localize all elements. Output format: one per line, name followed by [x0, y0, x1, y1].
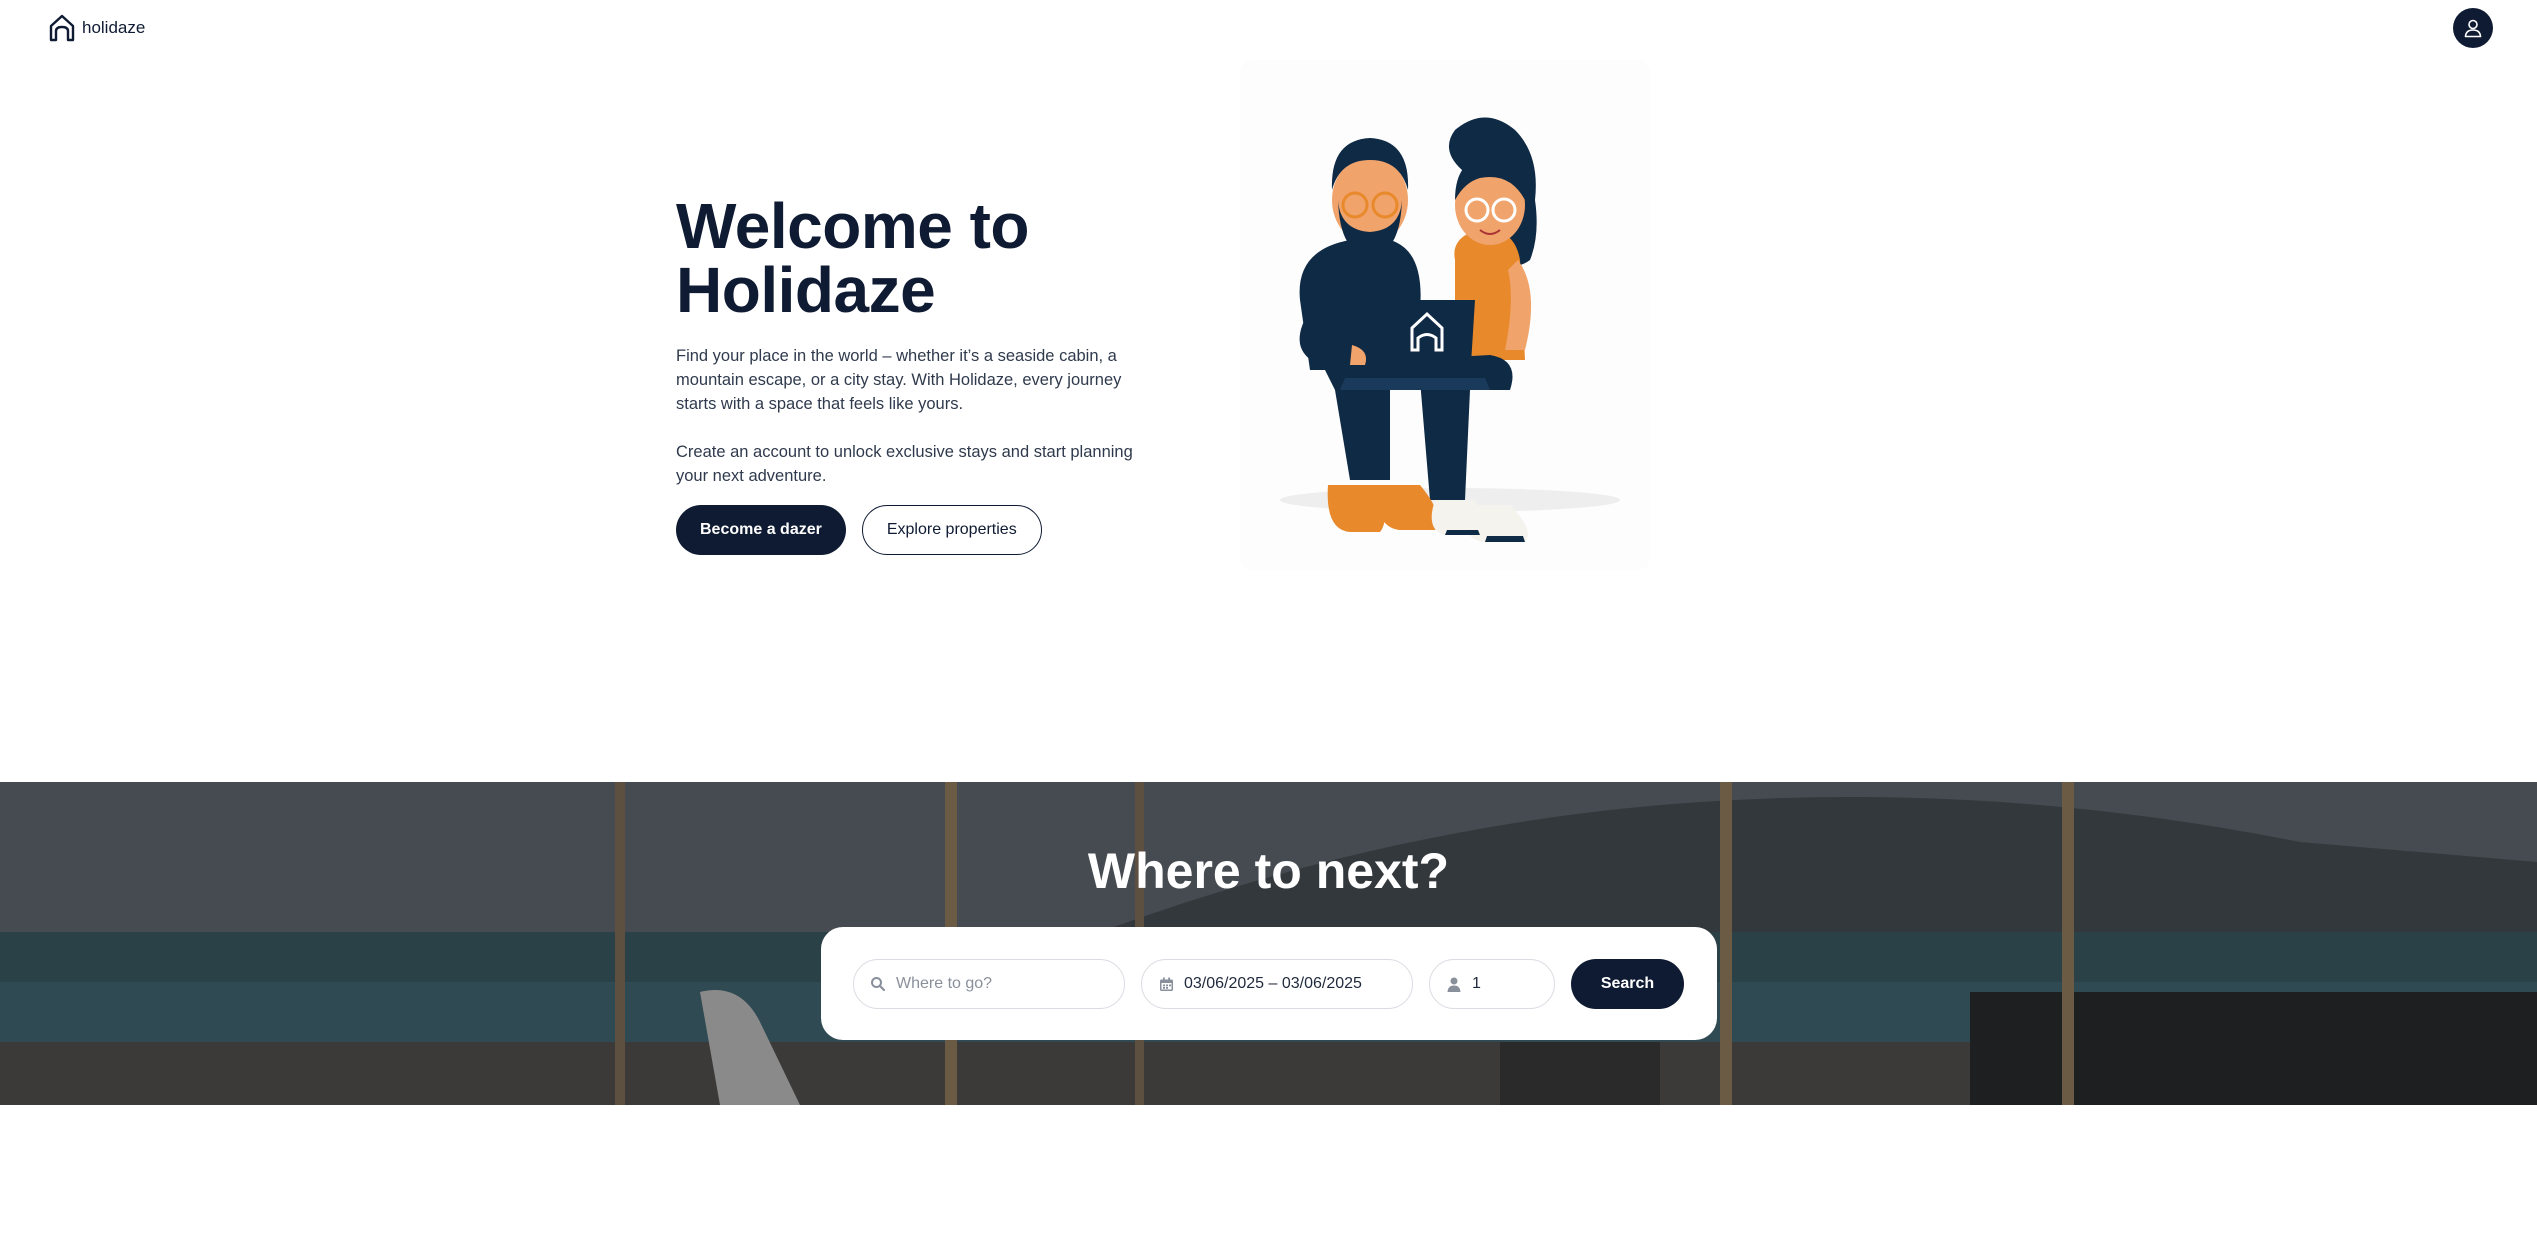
brand-name: holidaze	[82, 18, 146, 37]
guests-value: 1	[1472, 975, 1481, 992]
search-icon	[870, 976, 886, 992]
explore-properties-button[interactable]: Explore properties	[861, 505, 1042, 555]
destination-input[interactable]: Where to go?	[853, 959, 1125, 1009]
hero-title-line2: Holidaze	[676, 254, 936, 326]
search-button[interactable]: Search	[1571, 959, 1684, 1009]
hero-description: Find your place in the world – whether i…	[676, 347, 1122, 413]
person-icon	[1446, 976, 1462, 992]
become-dazer-button[interactable]: Become a dazer	[676, 505, 846, 555]
top-nav: holidaze	[0, 0, 2537, 56]
couple-with-laptop-illustration	[1240, 60, 1650, 570]
hero-signup-prompt: Create an account to unlock exclusive st…	[676, 443, 1133, 485]
date-range-input[interactable]: 03/06/2025 – 03/06/2025	[1141, 959, 1413, 1009]
search-heading: Where to next?	[1087, 843, 1450, 899]
hero-section: Welcome to Holidaze Find your place in t…	[676, 194, 1176, 488]
hero-actions: Become a dazer Explore properties	[676, 505, 1042, 555]
calendar-icon	[1158, 976, 1174, 992]
destination-placeholder: Where to go?	[896, 975, 993, 992]
user-icon	[2464, 19, 2482, 38]
search-card: Where to go? 03/06/2025 – 03/06/2025 1 S…	[821, 927, 1717, 1040]
date-range-value: 03/06/2025 – 03/06/2025	[1184, 975, 1362, 992]
hero-title: Welcome to Holidaze	[676, 194, 1176, 322]
profile-button[interactable]	[2453, 8, 2493, 48]
house-outline-icon	[49, 14, 75, 42]
brand-logo[interactable]: holidaze	[48, 14, 145, 42]
hero-title-line1: Welcome to	[676, 190, 1030, 262]
guests-input[interactable]: 1	[1429, 959, 1555, 1009]
